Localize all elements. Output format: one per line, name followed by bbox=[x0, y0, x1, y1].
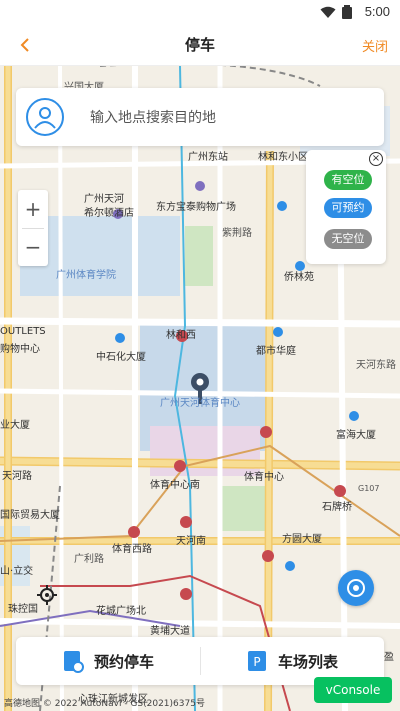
search-input[interactable]: 输入地点搜索目的地 bbox=[90, 107, 216, 127]
map-copyright: 高德地图 © 2022 AutoNavi - GS(2021)6375号 bbox=[4, 699, 205, 709]
reserve-icon bbox=[63, 651, 84, 673]
map-label: OUTLETS bbox=[0, 326, 46, 337]
page-title: 停车 bbox=[184, 36, 215, 54]
map-label: 黄埔大道 bbox=[150, 626, 190, 637]
map-label: 体育中心南 bbox=[150, 480, 200, 491]
svg-text:P: P bbox=[253, 655, 260, 669]
map-label: 广利路 bbox=[74, 554, 104, 565]
legend-close-button[interactable]: × bbox=[369, 152, 383, 166]
map-label: 广州天河 bbox=[84, 194, 124, 205]
vconsole-button[interactable]: vConsole bbox=[314, 677, 392, 703]
map-label: 石牌桥 bbox=[322, 502, 352, 513]
map-label: 林和西 bbox=[166, 330, 196, 341]
map-label: 业大厦 bbox=[0, 420, 30, 431]
map-label: 林和东小区 bbox=[258, 152, 308, 163]
map-label: 天河东路 bbox=[356, 360, 396, 371]
search-bar[interactable]: 输入地点搜索目的地 bbox=[16, 88, 384, 146]
target-icon bbox=[347, 579, 365, 597]
list-icon: P bbox=[247, 651, 266, 671]
map-label: 购物中心 bbox=[0, 344, 40, 355]
map-label: G107 bbox=[358, 484, 380, 493]
map-label: 山·立交 bbox=[0, 566, 34, 577]
status-bar: 5:00 bbox=[0, 0, 400, 24]
parking-legend: × 有空位 可预约 无空位 bbox=[306, 150, 386, 264]
user-avatar[interactable] bbox=[26, 98, 64, 136]
legend-full[interactable]: 无空位 bbox=[324, 229, 372, 249]
status-time: 5:00 bbox=[364, 4, 390, 19]
reserve-parking-button[interactable]: 预约停车 bbox=[16, 637, 200, 685]
legend-available[interactable]: 有空位 bbox=[324, 170, 372, 190]
zoom-controls: + − bbox=[18, 190, 48, 266]
map-label: 都市华庭 bbox=[256, 346, 296, 357]
legend-reservable[interactable]: 可预约 bbox=[324, 198, 372, 218]
map-label: 广州东站 bbox=[188, 152, 228, 163]
map-label: 国际贸易大厦 bbox=[0, 510, 60, 521]
map-label: 方圆大厦 bbox=[282, 534, 322, 545]
divider bbox=[200, 647, 201, 675]
close-button[interactable]: 关闭 bbox=[362, 36, 388, 55]
zoom-in-button[interactable]: + bbox=[18, 190, 48, 228]
battery-icon bbox=[342, 5, 352, 19]
recenter-button[interactable] bbox=[338, 570, 374, 606]
map-label: 天河南 bbox=[176, 536, 206, 547]
user-icon bbox=[34, 107, 56, 129]
locate-button[interactable] bbox=[34, 582, 60, 608]
map-label: 侨林苑 bbox=[284, 272, 314, 283]
map-label: 广州天河体育中心 bbox=[160, 398, 240, 409]
map-label: 中石化大厦 bbox=[96, 352, 146, 363]
map-label: 富海大厦 bbox=[336, 430, 376, 441]
reserve-parking-label: 预约停车 bbox=[93, 652, 154, 671]
crosshair-icon bbox=[37, 585, 57, 605]
wifi-icon bbox=[320, 6, 336, 18]
map-label: 东方宝泰购物广场 bbox=[156, 202, 236, 213]
map-label: 广州体育学院 bbox=[56, 270, 116, 281]
map-label: 体育中心 bbox=[244, 472, 284, 483]
zoom-out-button[interactable]: − bbox=[18, 228, 48, 266]
map-label: 花城广场北 bbox=[96, 606, 146, 617]
parking-list-label: 车场列表 bbox=[277, 652, 338, 671]
nav-bar: 停车 关闭 bbox=[0, 24, 400, 66]
map-label: 盈 bbox=[384, 652, 394, 663]
map-label: 紫荆路 bbox=[222, 228, 252, 239]
map-label: 体育西路 bbox=[112, 544, 152, 555]
map-label: 希尔顿酒店 bbox=[84, 208, 134, 219]
map-label: 天河路 bbox=[2, 471, 32, 482]
status-icons bbox=[320, 5, 352, 19]
